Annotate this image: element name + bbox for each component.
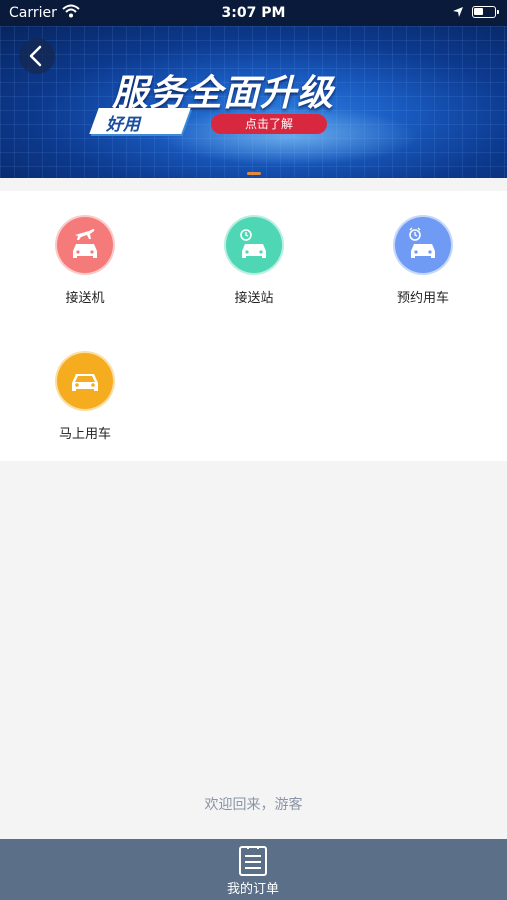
- service-instant-car[interactable]: 马上用车: [20, 351, 150, 442]
- promo-banner[interactable]: 服务全面升级 好用 点击了解: [0, 26, 507, 178]
- clock-car-icon: [393, 215, 453, 275]
- learn-more-button[interactable]: 点击了解: [211, 114, 327, 134]
- service-grid: 接送机 接送站 预约用车 马上用车: [0, 191, 507, 461]
- chevron-left-icon: [29, 45, 42, 67]
- banner-ribbon: [89, 108, 191, 134]
- car-icon: [55, 351, 115, 411]
- service-airport-transfer[interactable]: 接送机: [20, 215, 150, 306]
- tab-my-orders[interactable]: 我的订单: [203, 839, 303, 900]
- banner-page-indicator: [247, 172, 261, 175]
- tab-label: 我的订单: [226, 882, 279, 897]
- status-bar: Carrier 3:07 PM: [0, 0, 507, 26]
- clock: 3:07 PM: [221, 5, 286, 21]
- battery-icon: [472, 6, 499, 18]
- service-label: 接送站: [234, 291, 274, 306]
- tab-bar: 我的订单: [0, 839, 507, 900]
- station-car-icon: [224, 215, 284, 275]
- service-label: 接送机: [65, 291, 105, 306]
- welcome-message: 欢迎回来，游客: [204, 797, 303, 813]
- service-label: 马上用车: [58, 427, 111, 442]
- plane-car-icon: [55, 215, 115, 275]
- order-list-icon: [239, 846, 267, 876]
- service-label: 预约用车: [396, 291, 449, 306]
- service-reserve-car[interactable]: 预约用车: [358, 215, 488, 306]
- location-arrow-icon: [452, 6, 464, 22]
- banner-ribbon-text: 好用: [106, 115, 140, 135]
- service-station-transfer[interactable]: 接送站: [189, 215, 319, 306]
- back-button[interactable]: [19, 38, 55, 74]
